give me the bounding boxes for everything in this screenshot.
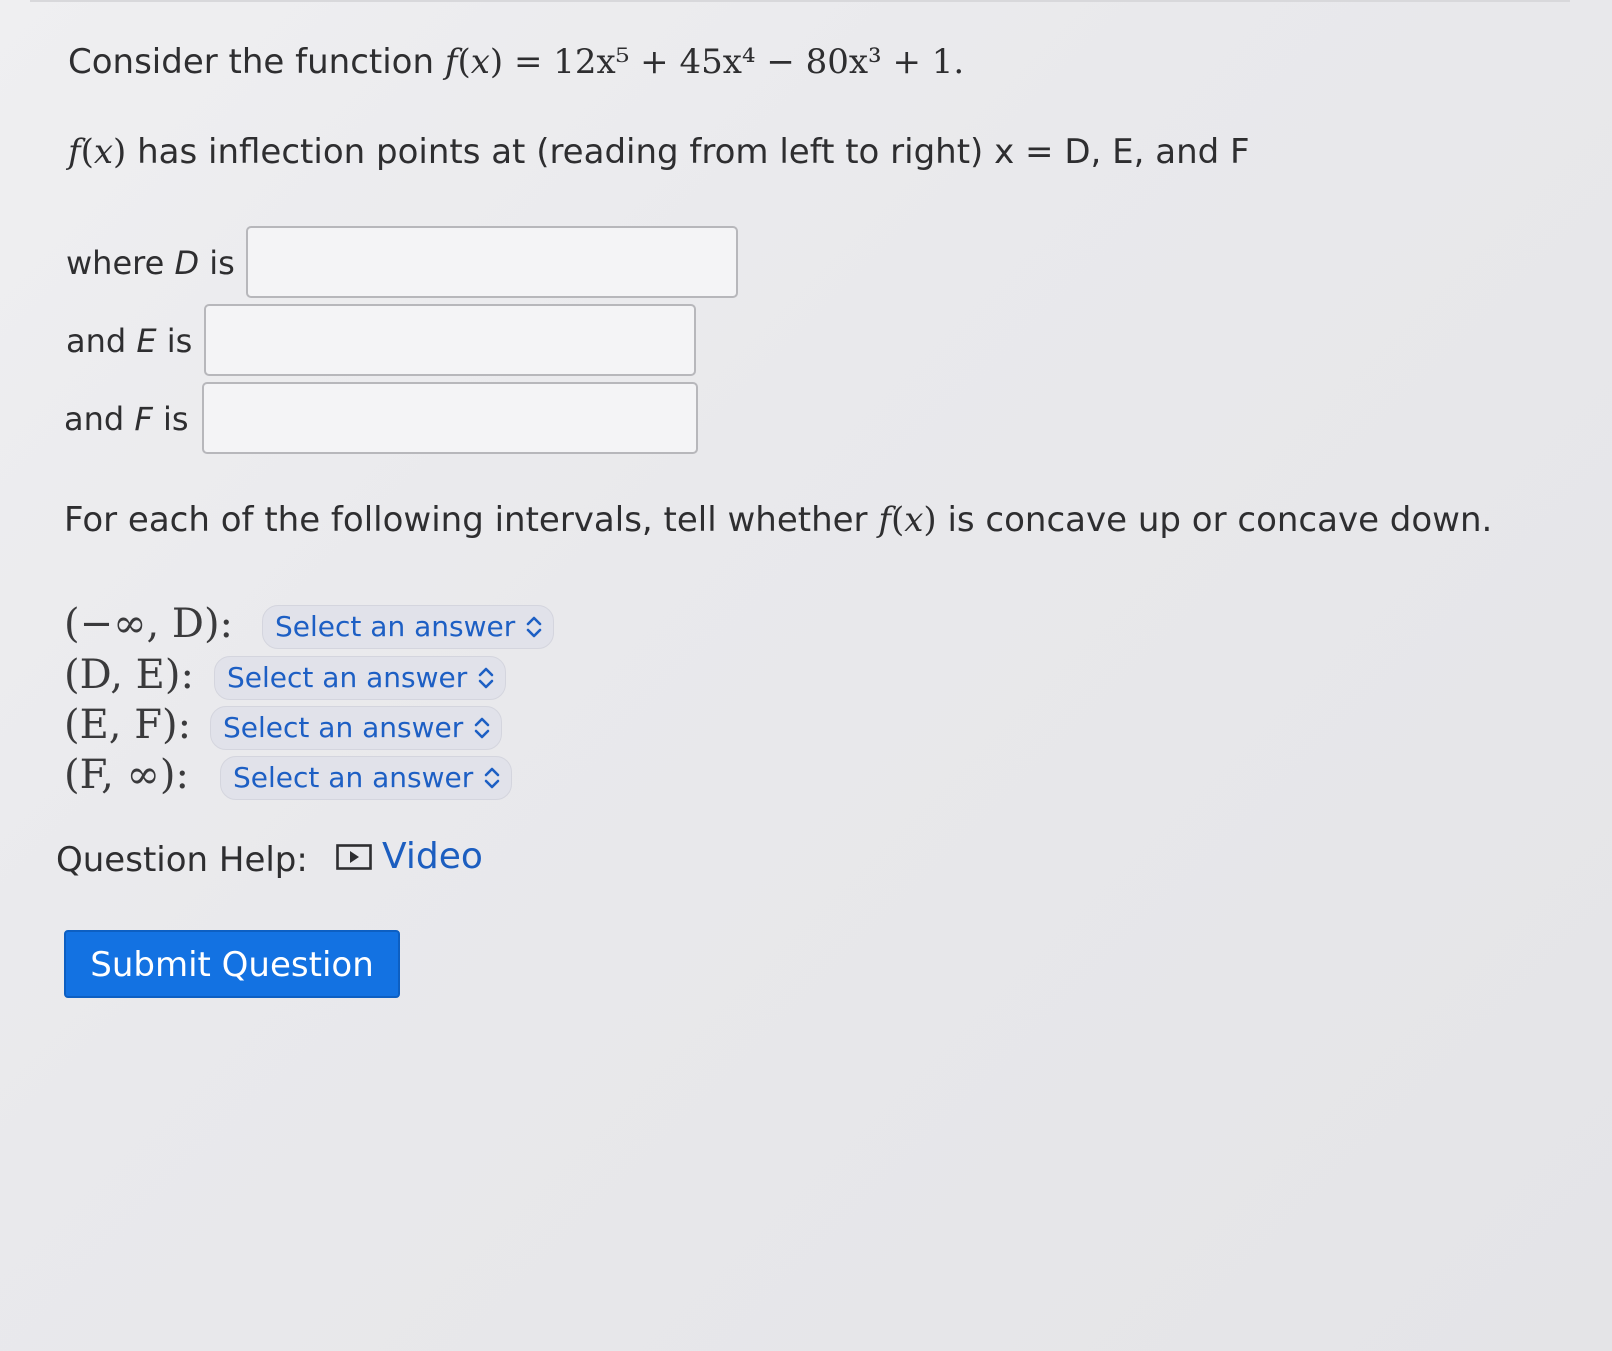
video-link[interactable]: Video xyxy=(336,836,483,877)
answer-e-input[interactable] xyxy=(204,304,696,376)
function-expression: f(x) = 12x⁵ + 45x⁴ − 80x³ + 1. xyxy=(444,42,965,82)
function-reference: f(x) xyxy=(878,500,937,540)
answer-d-input[interactable] xyxy=(246,226,738,298)
concavity-select[interactable]: Select an answer xyxy=(214,656,507,700)
concavity-text-prefix: For each of the following intervals, tel… xyxy=(64,500,879,540)
play-icon xyxy=(336,844,372,870)
top-divider xyxy=(30,0,1570,2)
function-variable: x xyxy=(93,132,114,172)
function-name: f xyxy=(68,132,81,172)
question-page: Consider the function f(x) = 12x⁵ + 45x⁴… xyxy=(0,0,1612,1351)
label-prefix: and xyxy=(66,322,137,360)
label-prefix: where xyxy=(66,244,175,282)
inflection-prompt: f(x) has inflection points at (reading f… xyxy=(68,132,1250,172)
concavity-select[interactable]: Select an answer xyxy=(220,756,513,800)
function-variable: x xyxy=(904,500,924,540)
label-prefix: and xyxy=(64,400,135,438)
function-variable: x xyxy=(470,42,490,82)
label-var: E xyxy=(136,322,157,360)
answer-f-input[interactable] xyxy=(202,382,698,454)
interval-label: (F, ∞): xyxy=(64,752,189,798)
video-link-label: Video xyxy=(382,836,483,877)
interval-label: (E, F): xyxy=(64,702,192,748)
function-name: f xyxy=(444,42,458,82)
label-suffix: is xyxy=(156,322,193,360)
label-suffix: is xyxy=(199,244,235,282)
label-var: D xyxy=(174,244,200,282)
function-name: f xyxy=(878,500,891,540)
function-rhs: 12x⁵ + 45x⁴ − 80x³ + 1. xyxy=(553,42,965,82)
concavity-select[interactable]: Select an answer xyxy=(262,605,555,649)
concavity-text-suffix: is concave up or concave down. xyxy=(936,500,1493,540)
chevron-updown-icon xyxy=(478,667,494,689)
answer-e-label: and E is xyxy=(66,322,192,360)
select-value: Select an answer xyxy=(227,661,468,694)
question-help-label: Question Help: xyxy=(56,840,308,880)
concavity-select[interactable]: Select an answer xyxy=(210,706,503,750)
interval-label: (D, E): xyxy=(64,652,194,698)
prompt-text: Consider the function xyxy=(68,42,445,82)
concavity-prompt: For each of the following intervals, tel… xyxy=(64,500,1492,540)
chevron-updown-icon xyxy=(474,717,490,739)
submit-question-button[interactable]: Submit Question xyxy=(64,930,400,998)
select-value: Select an answer xyxy=(233,761,474,794)
chevron-updown-icon xyxy=(526,616,542,638)
chevron-updown-icon xyxy=(484,767,500,789)
select-value: Select an answer xyxy=(223,711,464,744)
answer-f-label: and F is xyxy=(64,400,189,438)
inflection-text: has inflection points at (reading from l… xyxy=(126,132,1250,172)
select-value: Select an answer xyxy=(275,610,516,643)
function-reference: f(x) xyxy=(68,132,127,172)
question-prompt: Consider the function f(x) = 12x⁵ + 45x⁴… xyxy=(68,42,964,82)
label-var: F xyxy=(134,400,153,438)
label-suffix: is xyxy=(152,400,189,438)
interval-label: (−∞, D): xyxy=(64,601,234,647)
answer-d-label: where D is xyxy=(66,244,235,282)
